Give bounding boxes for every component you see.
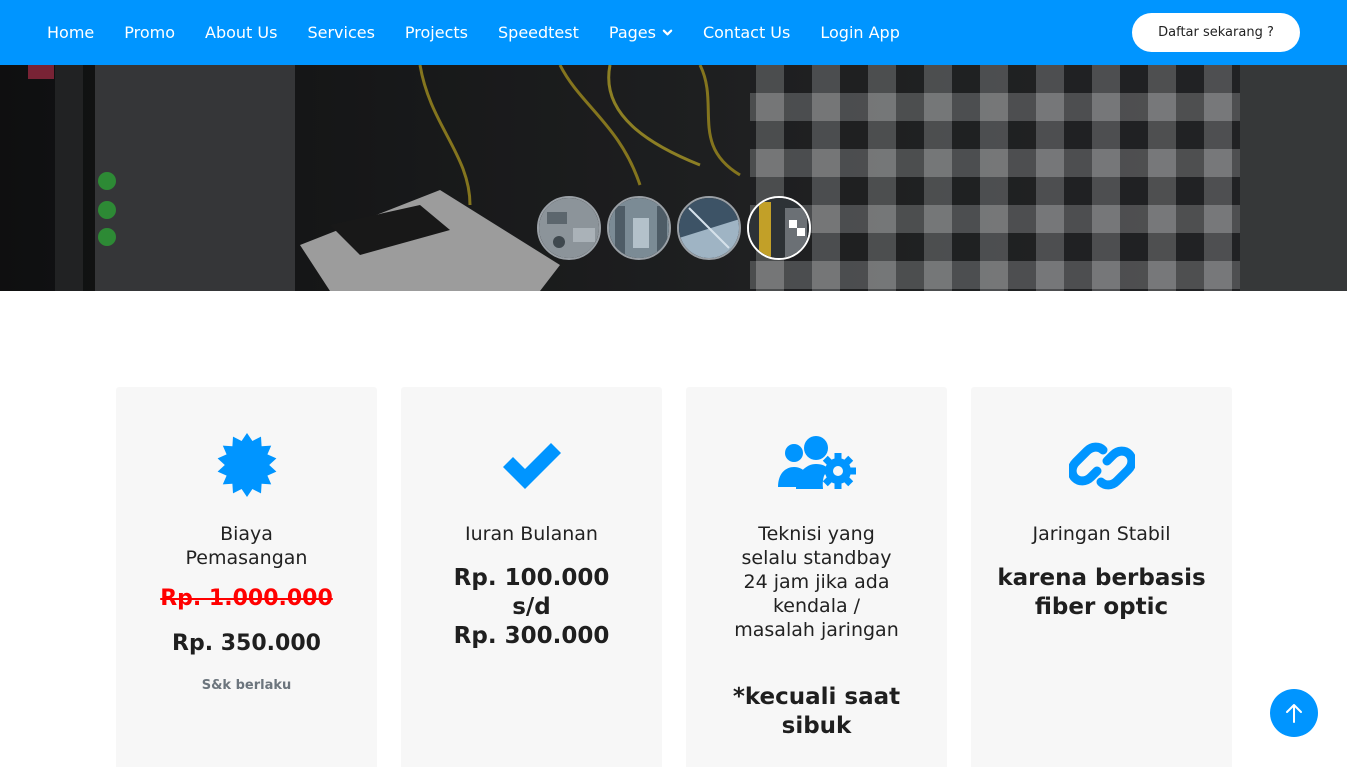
- icon-wrapper-1: [116, 433, 377, 501]
- nav-contact-us[interactable]: Contact Us: [703, 23, 790, 42]
- old-price: Rp. 1.000.000: [160, 586, 333, 611]
- icon-wrapper-3: [686, 433, 947, 501]
- thumbnail-image-2: [609, 198, 669, 258]
- hero-thumbnail-3[interactable]: [677, 196, 741, 260]
- hero-thumbnail-2[interactable]: [607, 196, 671, 260]
- price-separator: s/d: [512, 594, 551, 620]
- thumbnail-image-1: [539, 198, 599, 258]
- icon-wrapper-2: [401, 433, 662, 501]
- check-icon: [502, 443, 561, 489]
- hero-thumbnails: [537, 196, 811, 260]
- nav-promo-label: Promo: [124, 23, 176, 42]
- price-max: Rp. 300.000: [453, 623, 610, 649]
- card-subtitle-wrapper: *kecuali saat sibuk: [706, 683, 927, 741]
- icon-wrapper-4: [971, 433, 1232, 501]
- nav-links: Home Promo About Us Services Projects Sp…: [47, 0, 930, 65]
- feature-card-stable-network: Jaringan Stabil karena berbasis fiber op…: [971, 387, 1232, 767]
- card-description: karena berbasis fiber optic: [997, 565, 1206, 620]
- terms-note: S&k berlaku: [201, 678, 292, 693]
- feature-card-technician: Teknisi yang selalu standbay 24 jam jika…: [686, 387, 947, 767]
- price-range: Rp. 100.000 s/d Rp. 300.000: [421, 564, 642, 651]
- nav-about-us-label: About Us: [205, 23, 278, 42]
- top-navbar: Home Promo About Us Services Projects Sp…: [0, 0, 1347, 65]
- card-title: Biaya Pemasangan: [185, 523, 308, 569]
- nav-about-us[interactable]: About Us: [205, 23, 277, 42]
- nav-speedtest-label: Speedtest: [498, 23, 579, 42]
- thumbnail-image-4: [749, 198, 809, 258]
- register-button-label: Daftar sekarang ?: [1158, 25, 1274, 40]
- certificate-icon: [217, 433, 276, 497]
- nav-projects[interactable]: Projects: [405, 23, 468, 42]
- nav-home-label: Home: [47, 23, 95, 42]
- hero-thumbnail-1[interactable]: [537, 196, 601, 260]
- thumbnail-image-3: [679, 198, 739, 258]
- feature-card-installation: Biaya Pemasangan Rp. 1.000.000 Rp. 350.0…: [116, 387, 377, 767]
- arrow-up-icon: [1286, 704, 1302, 723]
- nav-promo[interactable]: Promo: [124, 23, 175, 42]
- nav-speedtest[interactable]: Speedtest: [498, 23, 579, 42]
- card-title: Jaringan Stabil: [1032, 523, 1171, 545]
- link-icon: [1068, 442, 1135, 490]
- nav-pages-label: Pages: [608, 23, 656, 42]
- nav-pages-dropdown[interactable]: Pages: [609, 23, 673, 42]
- feature-card-monthly-fee: Iuran Bulanan Rp. 100.000 s/d Rp. 300.00…: [401, 387, 662, 767]
- register-button[interactable]: Daftar sekarang ?: [1132, 13, 1300, 52]
- nav-login-app[interactable]: Login App: [820, 23, 900, 42]
- nav-services-label: Services: [307, 23, 375, 42]
- nav-contact-us-label: Contact Us: [702, 23, 791, 42]
- users-cog-icon: [777, 436, 856, 489]
- nav-home[interactable]: Home: [47, 23, 94, 42]
- card-title: Teknisi yang selalu standbay 24 jam jika…: [734, 523, 899, 641]
- price-min: Rp. 100.000: [453, 565, 610, 591]
- nav-projects-label: Projects: [404, 23, 468, 42]
- back-to-top-button[interactable]: [1270, 689, 1318, 737]
- nav-login-app-label: Login App: [820, 23, 900, 42]
- card-title: Iuran Bulanan: [465, 523, 598, 545]
- hero-slider: [0, 65, 1347, 291]
- new-price: Rp. 350.000: [172, 631, 321, 656]
- nav-services[interactable]: Services: [307, 23, 374, 42]
- card-subtitle: *kecuali saat sibuk: [732, 684, 901, 739]
- hero-thumbnail-4[interactable]: [747, 196, 811, 260]
- chevron-down-icon: [662, 29, 673, 36]
- card-description-wrapper: karena berbasis fiber optic: [991, 564, 1212, 622]
